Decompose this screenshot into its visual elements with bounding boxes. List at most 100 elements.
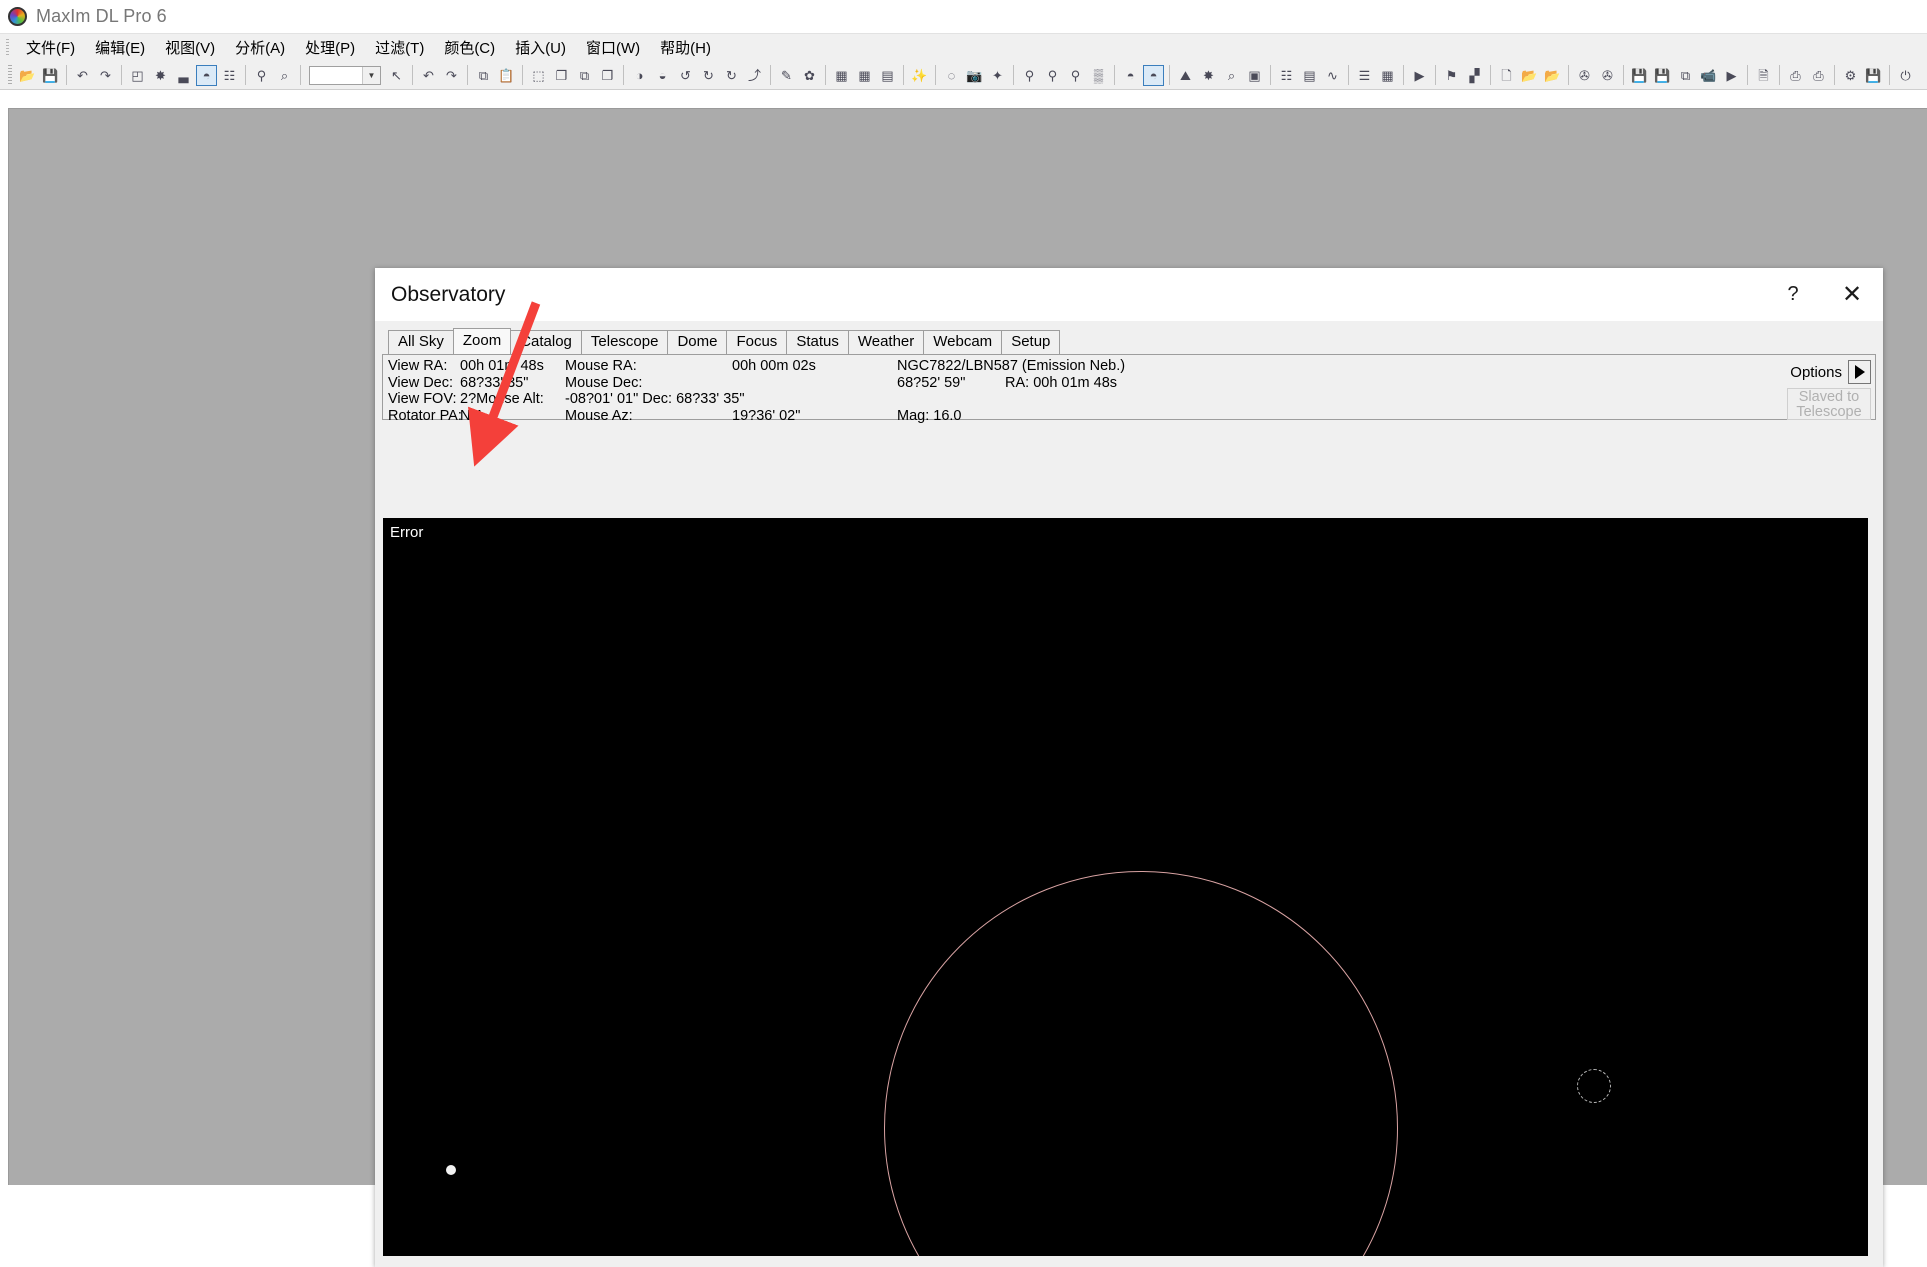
data-table-icon[interactable]: ▤ xyxy=(877,65,898,86)
tab-all-sky[interactable]: All Sky xyxy=(388,330,454,354)
fits-header-icon[interactable]: ▦ xyxy=(831,65,852,86)
select-region-icon[interactable]: ⬚ xyxy=(528,65,549,86)
rotate-custom-icon[interactable]: ↻ xyxy=(721,65,742,86)
close-button[interactable]: ✕ xyxy=(1821,268,1883,321)
mosaic-icon[interactable]: ▞ xyxy=(1464,65,1485,86)
combine-stack-icon[interactable]: ✇ xyxy=(1597,65,1618,86)
tab-focus[interactable]: Focus xyxy=(726,330,788,354)
aperture-icon[interactable]: ✸ xyxy=(1198,65,1219,86)
menu-item-5[interactable]: 处理(P) xyxy=(295,34,365,61)
zoom-in-icon[interactable]: ⌕ xyxy=(274,65,295,86)
options-expand-button[interactable] xyxy=(1848,360,1871,384)
information-window-icon[interactable]: ☷ xyxy=(219,65,240,86)
crop-icon[interactable]: ❐ xyxy=(551,65,572,86)
slaved-to-telescope-button[interactable]: Slaved to Telescope xyxy=(1787,388,1871,420)
tab-weather[interactable]: Weather xyxy=(847,330,925,354)
guider-icon[interactable]: ⚲ xyxy=(1019,65,1040,86)
menu-item-10[interactable]: 帮助(H) xyxy=(650,34,721,61)
save-disk-icon[interactable]: 💾 xyxy=(40,65,61,86)
table-grid-icon[interactable]: ▦ xyxy=(1377,65,1398,86)
page-setup-icon[interactable]: 🗎 xyxy=(1753,65,1774,86)
menu-item-4[interactable]: 分析(A) xyxy=(225,34,295,61)
menu-item-8[interactable]: 插入(U) xyxy=(505,34,576,61)
menu-item-9[interactable]: 窗口(W) xyxy=(576,34,650,61)
menubar-grip[interactable] xyxy=(6,38,9,57)
tab-zoom[interactable]: Zoom xyxy=(452,328,512,354)
histogram-icon[interactable]: ▃ xyxy=(173,65,194,86)
open-document-icon[interactable]: 📂 xyxy=(1519,65,1540,86)
color-balance-icon[interactable]: ◓ xyxy=(196,64,217,86)
menu-item-7[interactable]: 颜色(C) xyxy=(434,34,505,61)
menu-item-1[interactable]: 文件(F) xyxy=(16,34,85,61)
histogram-tool-icon[interactable]: ◓ xyxy=(1120,65,1141,86)
undo-arrow-icon[interactable]: ↶ xyxy=(72,65,93,86)
zoom-sky-view[interactable]: Error xyxy=(383,518,1868,1256)
duplicate-icon[interactable]: ⧉ xyxy=(574,65,595,86)
flag-icon[interactable]: ⚑ xyxy=(1441,65,1462,86)
tab-dome[interactable]: Dome xyxy=(667,330,728,354)
paste-icon[interactable]: 📋 xyxy=(496,65,517,86)
copy-icon[interactable]: ⧉ xyxy=(473,65,494,86)
play-record-icon[interactable]: ▶ xyxy=(1409,65,1430,86)
observatory-globe-icon[interactable]: ◌ xyxy=(941,65,962,86)
tab-status[interactable]: Status xyxy=(786,330,849,354)
colorize-icon-glyph: ◓ xyxy=(1149,67,1158,83)
rotate-left-icon[interactable]: ↺ xyxy=(675,65,696,86)
photo-icon[interactable]: ⛰ xyxy=(1175,65,1196,86)
undo-edit-icon[interactable]: ↶ xyxy=(418,65,439,86)
tab-setup[interactable]: Setup xyxy=(1001,330,1061,354)
calibrate-icon[interactable]: ⚲ xyxy=(1065,65,1086,86)
dialog-titlebar[interactable]: Observatory ? ✕ xyxy=(375,268,1883,321)
context-help-icon[interactable]: ↖ xyxy=(386,65,407,86)
exit-icon[interactable]: ⏻ xyxy=(1895,65,1916,86)
animation-icon[interactable]: ▶ xyxy=(1721,65,1742,86)
tab-webcam[interactable]: Webcam xyxy=(923,330,1003,354)
save-as-icon[interactable]: 💾 xyxy=(1652,65,1673,86)
print-preview-icon[interactable]: ⎙ xyxy=(1808,65,1829,86)
tab-telescope[interactable]: Telescope xyxy=(580,330,669,354)
rotate-angle-icon[interactable]: ⤴ xyxy=(744,65,765,86)
image-view-icon[interactable]: ◰ xyxy=(127,65,148,86)
open-batch-icon[interactable]: 📂 xyxy=(1542,65,1563,86)
graph-curve-icon[interactable]: ∿ xyxy=(1322,65,1343,86)
archive-icon[interactable]: ⧉ xyxy=(1675,65,1696,86)
pixel-edit-icon[interactable]: ✿ xyxy=(799,65,820,86)
print-icon[interactable]: ⎙ xyxy=(1785,65,1806,86)
tab-catalog[interactable]: Catalog xyxy=(510,330,582,354)
camera-control-icon[interactable]: 📷 xyxy=(964,65,985,86)
track-icon[interactable]: ⚲ xyxy=(1042,65,1063,86)
pencil-tool-icon[interactable]: ✎ xyxy=(776,65,797,86)
redo-arrow-icon[interactable]: ↷ xyxy=(95,65,116,86)
inspect-icon[interactable]: ⌕ xyxy=(1221,65,1242,86)
open-folder-icon[interactable]: 📂 xyxy=(17,65,38,86)
grid-table-icon[interactable]: ▦ xyxy=(854,65,875,86)
zoom-level-combobox[interactable]: ▼ xyxy=(309,65,381,85)
flip-vertical-icon[interactable]: ◒ xyxy=(652,65,673,86)
new-document-icon[interactable]: 🗋 xyxy=(1496,65,1517,86)
chevron-down-icon[interactable]: ▼ xyxy=(362,66,380,84)
help-button[interactable]: ? xyxy=(1765,268,1821,321)
save-file-icon[interactable]: 💾 xyxy=(1629,65,1650,86)
redo-edit-icon[interactable]: ↷ xyxy=(441,65,462,86)
save-settings-icon[interactable]: 💾 xyxy=(1863,65,1884,86)
catalog-icon[interactable]: ☰ xyxy=(1354,65,1375,86)
edit-settings-icon[interactable]: ⚙ xyxy=(1840,65,1861,86)
export-icon[interactable]: ❐ xyxy=(597,65,618,86)
colorize-icon[interactable]: ◓ xyxy=(1143,64,1164,86)
zoom-out-icon[interactable]: ⚲ xyxy=(251,65,272,86)
flip-horizontal-icon[interactable]: ◑ xyxy=(629,65,650,86)
magic-wand-icon[interactable]: ✨ xyxy=(909,65,930,86)
menu-item-2[interactable]: 编辑(E) xyxy=(85,34,155,61)
menu-item-3[interactable]: 视图(V) xyxy=(155,34,225,61)
import-stack-icon[interactable]: ✇ xyxy=(1574,65,1595,86)
webcam-icon[interactable]: 📹 xyxy=(1698,65,1719,86)
observatory-window-icon[interactable]: ☷ xyxy=(1276,65,1297,86)
menu-item-6[interactable]: 过滤(T) xyxy=(365,34,434,61)
library-icon[interactable]: ▤ xyxy=(1299,65,1320,86)
rotate-right-icon[interactable]: ↻ xyxy=(698,65,719,86)
screen-stretch-icon[interactable]: ✸ xyxy=(150,65,171,86)
toolbar-grip[interactable] xyxy=(8,65,12,85)
color-picker-icon[interactable]: ▣ xyxy=(1244,65,1265,86)
grid-overlay-icon[interactable]: ▒ xyxy=(1088,65,1109,86)
focus-star-icon[interactable]: ✦ xyxy=(987,65,1008,86)
